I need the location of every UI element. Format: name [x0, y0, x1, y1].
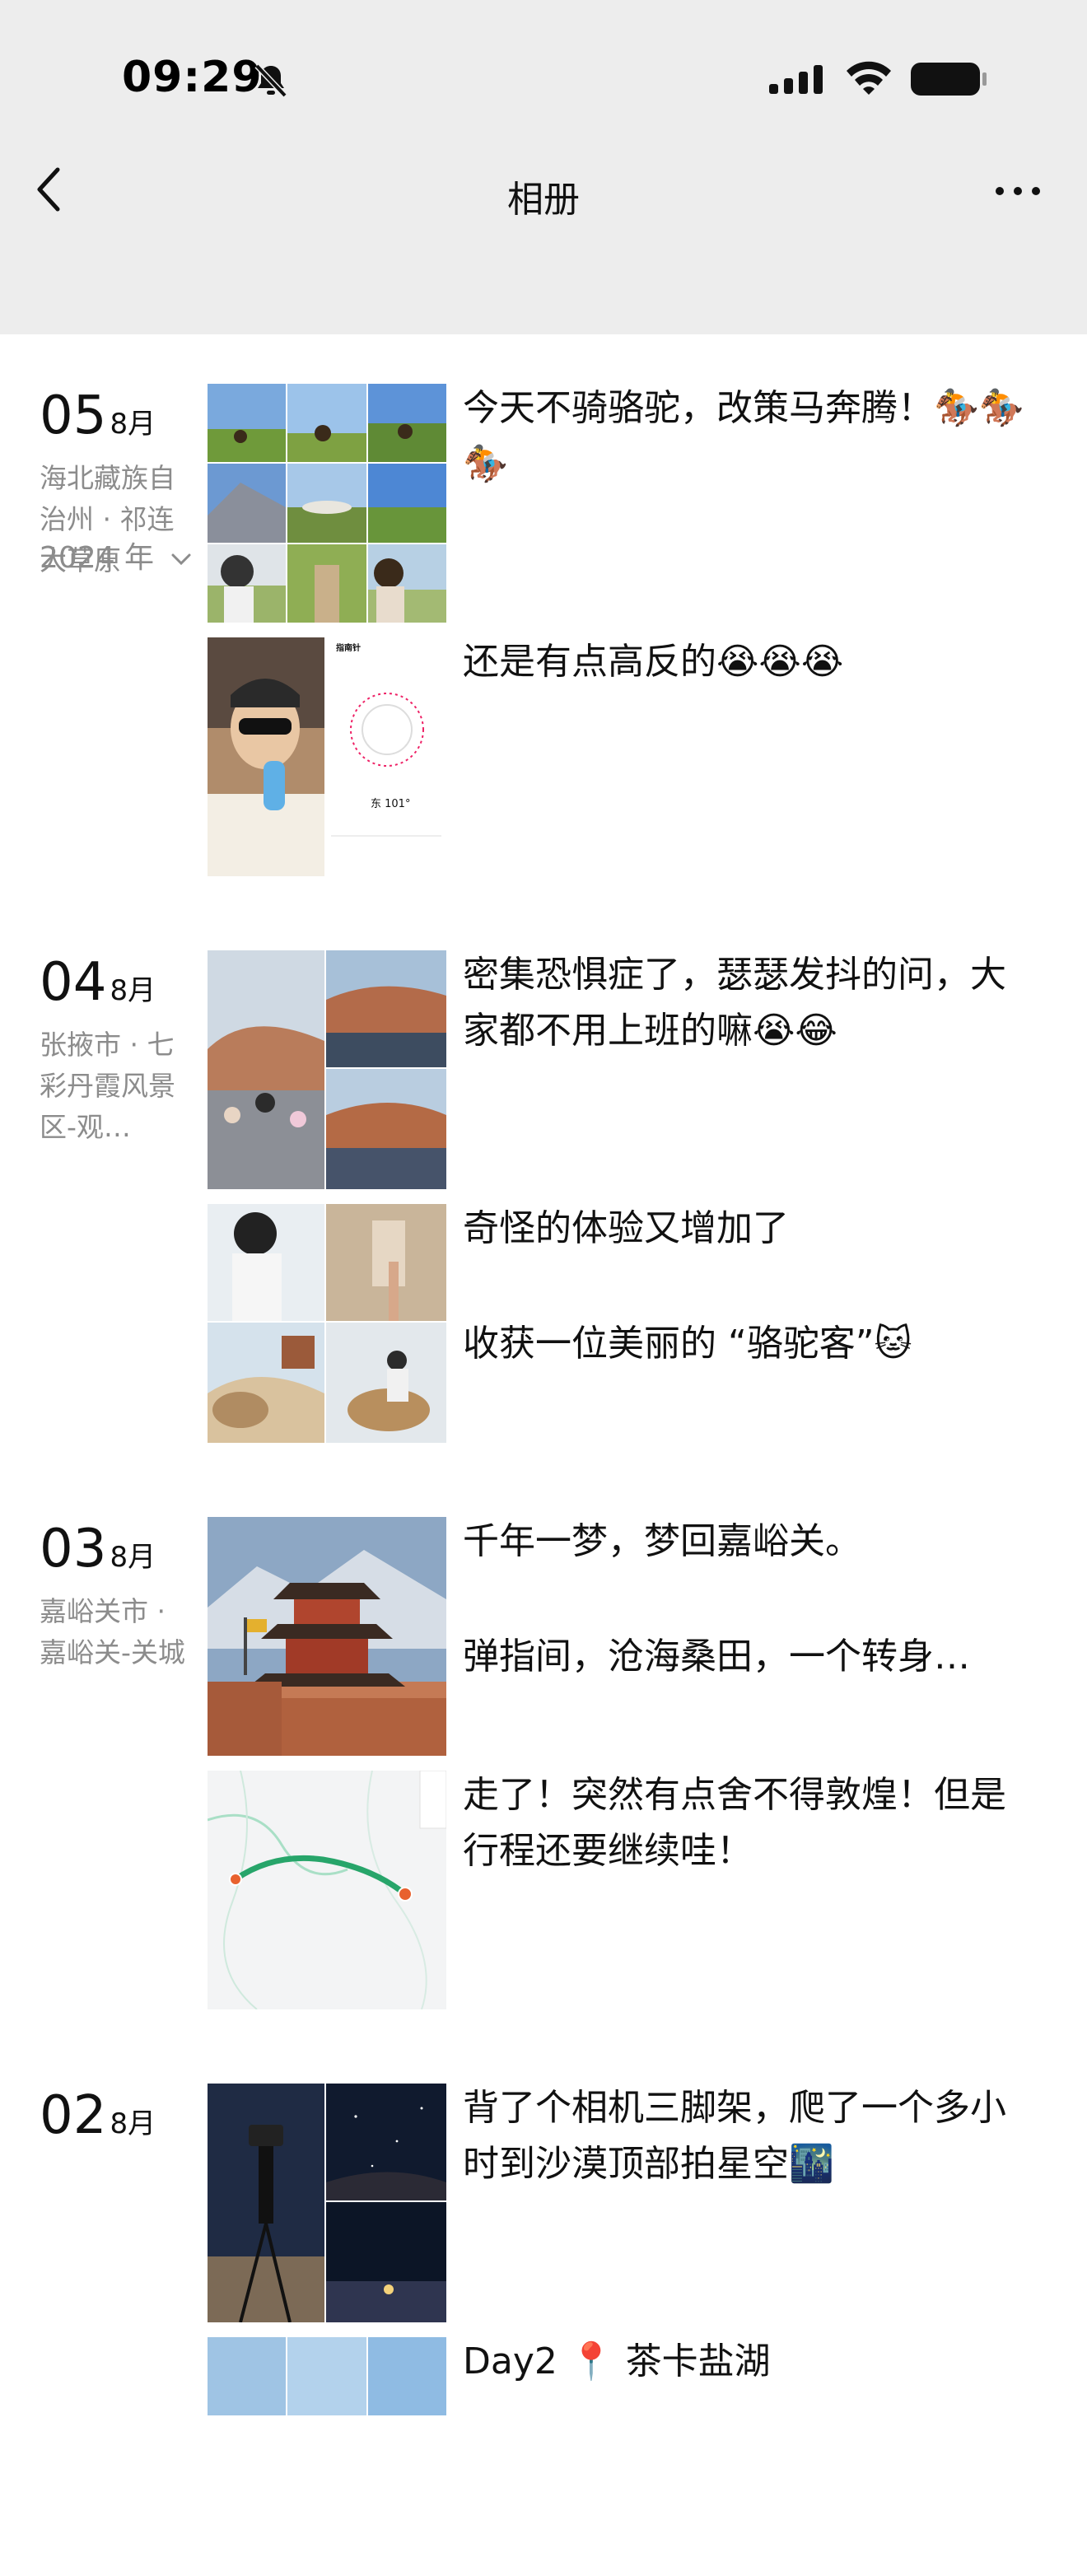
- entry-date: 02 8月: [40, 2085, 156, 2146]
- photo-grid-3-night: [208, 2084, 446, 2322]
- photo-grid-2: 指南针 东 101°: [208, 637, 446, 876]
- post-caption-line2[interactable]: 收获一位美丽的 “骆驼客”🐱: [463, 1316, 1039, 1372]
- entry-location: 张掖市 · 七彩丹霞风景区-观…: [40, 1029, 175, 1143]
- more-button[interactable]: [993, 175, 1043, 208]
- post-caption[interactable]: 走了！突然有点舍不得敦煌！但是行程还要继续哇！: [463, 1767, 1039, 1879]
- photo-grid-4: [208, 1204, 446, 1443]
- post-caption[interactable]: 千年一梦，梦回嘉峪关。: [463, 1514, 1039, 1570]
- battery-icon: [911, 63, 987, 96]
- post-caption[interactable]: 密集恐惧症了，瑟瑟发抖的问，大家都不用上班的嘛😭😂: [463, 947, 1039, 1059]
- post-thumbnail[interactable]: [208, 384, 446, 623]
- bell-muted-icon: [254, 63, 287, 98]
- entry-location: 嘉峪关市 · 嘉峪关-关城: [40, 1595, 185, 1668]
- page-title: 相册: [507, 179, 580, 221]
- entry-location: 海北藏族自治州 · 祁连大草原: [40, 462, 175, 576]
- cellular-signal-icon: [769, 65, 823, 94]
- post-thumbnail[interactable]: [208, 2337, 446, 2576]
- post-caption[interactable]: 奇怪的体验又增加了: [463, 1201, 1039, 1257]
- post-thumbnail[interactable]: [208, 1204, 446, 1443]
- post-caption[interactable]: Day2 📍 茶卡盐湖: [463, 2334, 1039, 2390]
- post-caption-line2[interactable]: 弹指间，沧海桑田，一个转身…: [463, 1629, 1039, 1685]
- post-thumbnail[interactable]: [208, 1517, 446, 1756]
- photo-grid-9: [208, 384, 446, 623]
- photo-tower: [208, 1517, 446, 1756]
- year-filter-bar: 2024 年: [0, 262, 1087, 575]
- post-caption[interactable]: 还是有点高反的😭😭😭: [463, 634, 1039, 690]
- post-caption[interactable]: 背了个相机三脚架，爬了一个多小时到沙漠顶部拍星空🌃: [463, 2080, 1039, 2192]
- status-time: 09:29: [122, 53, 263, 102]
- svg-text:指南针: 指南针: [336, 642, 361, 653]
- entry-date: 03 8月: [40, 1519, 156, 1580]
- post-thumbnail[interactable]: [208, 950, 446, 1189]
- photo-grid-partial: [208, 2337, 446, 2415]
- wifi-icon: [847, 61, 891, 95]
- navigation-header: 09:29 相册: [0, 0, 1087, 263]
- svg-text:东 101°: 东 101°: [371, 798, 410, 810]
- more-dots-icon: [996, 187, 1040, 195]
- post-thumbnail[interactable]: [208, 1771, 446, 2009]
- entry-date: 05 8月: [40, 385, 156, 446]
- photo-grid-3: [208, 950, 446, 1189]
- post-thumbnail[interactable]: [208, 2084, 446, 2322]
- post-caption[interactable]: 今天不骑骆驼，改策马奔腾！🏇🏇🏇: [463, 380, 1039, 492]
- map-route-image: [208, 1771, 446, 2009]
- post-thumbnail[interactable]: 指南针 东 101°: [208, 637, 446, 876]
- entry-date: 04 8月: [40, 952, 156, 1013]
